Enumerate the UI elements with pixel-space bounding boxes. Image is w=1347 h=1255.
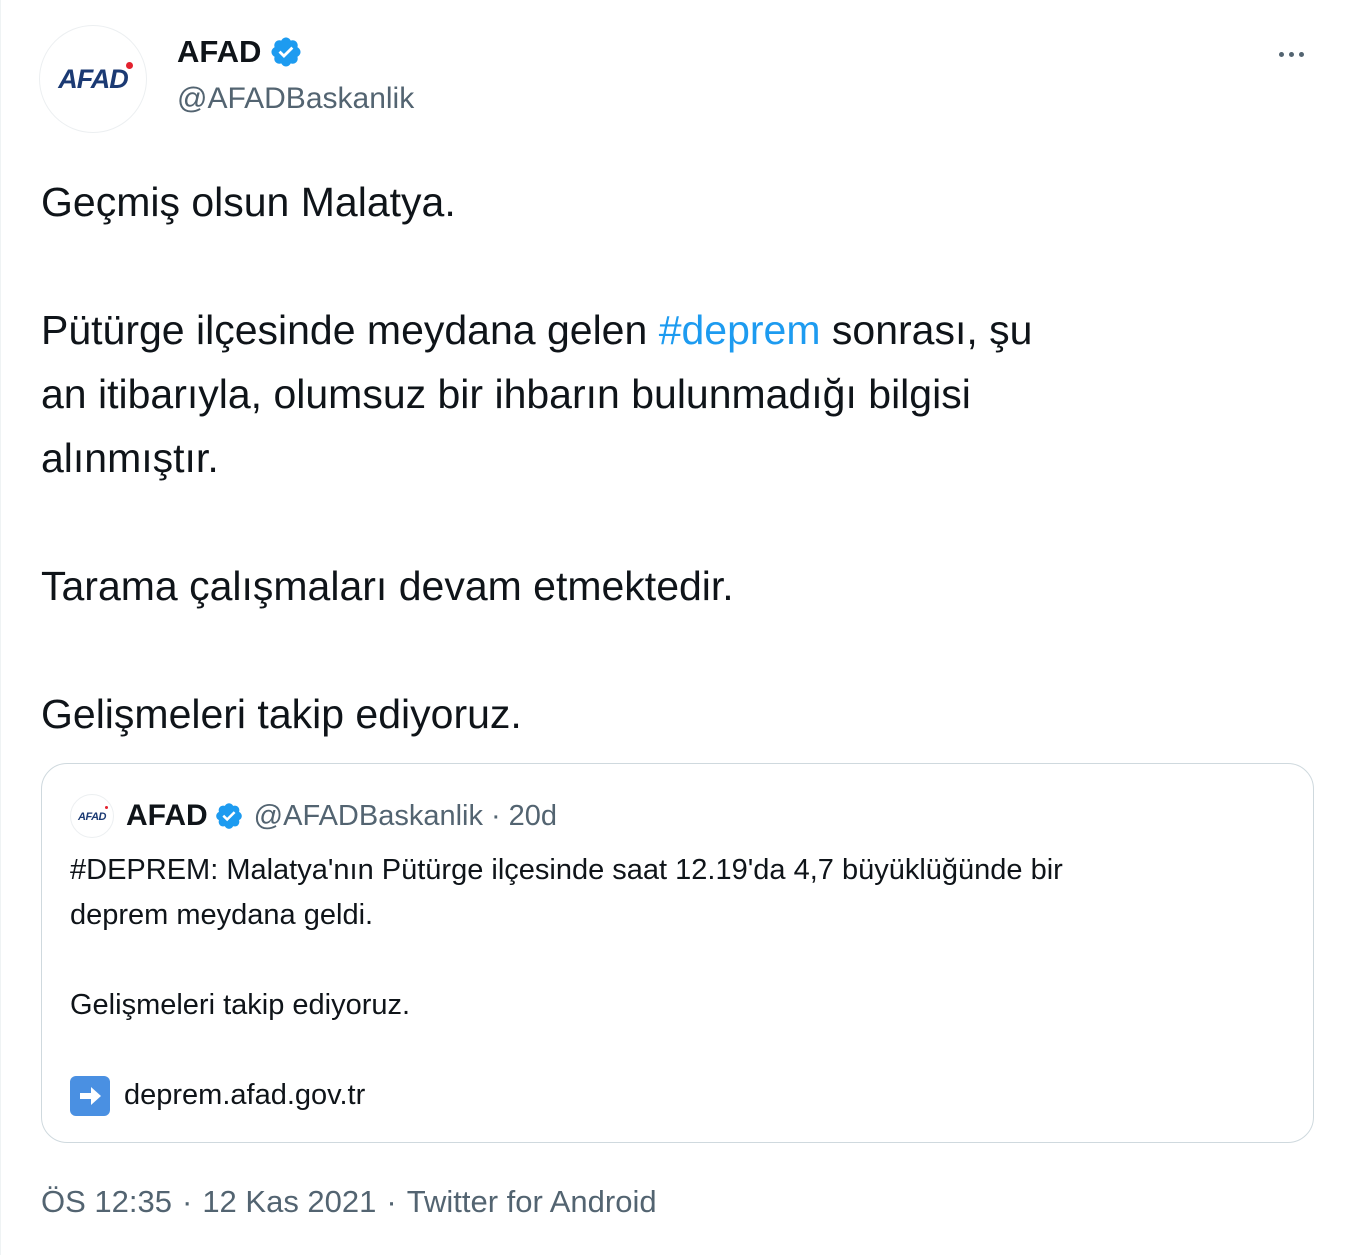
quoted-tweet[interactable]: AFAD AFAD @AFADBaskanlik · 20d #DEPREM: …: [41, 763, 1314, 1143]
avatar[interactable]: AFAD: [39, 25, 147, 133]
quoted-display-name: AFAD: [126, 799, 208, 832]
afad-logo: AFAD: [78, 806, 108, 825]
tweet-time-link[interactable]: ÖS 12:35: [41, 1182, 172, 1222]
quoted-line: Gelişmeleri takip ediyoruz.: [70, 989, 411, 1021]
quoted-tweet-text: #DEPREM: Malatya'nın Pütürge ilçesinde s…: [70, 848, 1270, 1118]
tweet-paragraph: Pütürge ilçesinde meydana gelen #deprem …: [41, 298, 1311, 362]
logo-dot: [104, 806, 108, 809]
tweet-source-link[interactable]: Twitter for Android: [407, 1182, 657, 1222]
tweet-text-segment: Pütürge ilçesinde meydana gelen: [41, 307, 659, 353]
quoted-line: deprem meydana geldi.: [70, 899, 374, 931]
quoted-handle: @AFADBaskanlik: [253, 799, 483, 832]
author-display-name[interactable]: AFAD: [177, 32, 261, 72]
verified-badge-icon: [214, 801, 244, 831]
tweet-meta: ÖS 12:35 · 12 Kas 2021 · Twitter for And…: [41, 1182, 657, 1222]
tweet-line: an itibarıyla, olumsuz bir ihbarın bulun…: [41, 371, 971, 417]
quoted-tweet-header: AFAD AFAD @AFADBaskanlik · 20d: [70, 794, 557, 838]
quoted-age: 20d: [508, 799, 558, 832]
hashtag-link[interactable]: #deprem: [659, 307, 821, 353]
logo-dot: [125, 61, 133, 69]
separator-dot: ·: [181, 1184, 193, 1219]
right-arrow-icon: [70, 1075, 110, 1116]
verified-badge-icon: [269, 35, 303, 69]
afad-logo: AFAD: [58, 61, 133, 95]
tweet-text: Geçmiş olsun Malatya. Pütürge ilçesinde …: [41, 170, 1311, 746]
tweet-text-segment: sonrası, şu: [820, 307, 1033, 353]
separator-dot: ·: [490, 799, 501, 832]
tweet-card: AFAD AFAD @AFADBaskanlik Geçmiş olsun Ma…: [0, 0, 1347, 1255]
tweet-line: Tarama çalışmaları devam etmektedir.: [41, 563, 734, 609]
tweet-line: Gelişmeleri takip ediyoruz.: [41, 691, 522, 737]
tweet-line: Geçmiş olsun Malatya.: [41, 179, 456, 225]
author-handle[interactable]: @AFADBaskanlik: [177, 80, 414, 118]
quoted-line: #DEPREM: Malatya'nın Pütürge ilçesinde s…: [70, 854, 1063, 886]
author-name-row: AFAD: [177, 32, 303, 72]
quoted-link[interactable]: deprem.afad.gov.tr: [124, 1073, 365, 1118]
quoted-link-row: deprem.afad.gov.tr: [70, 1073, 1270, 1118]
quoted-avatar: AFAD: [70, 794, 114, 838]
tweet-date-link[interactable]: 12 Kas 2021: [202, 1182, 376, 1222]
more-options-icon[interactable]: [1271, 38, 1311, 70]
separator-dot: ·: [386, 1184, 397, 1219]
tweet-line: alınmıştır.: [41, 435, 219, 481]
